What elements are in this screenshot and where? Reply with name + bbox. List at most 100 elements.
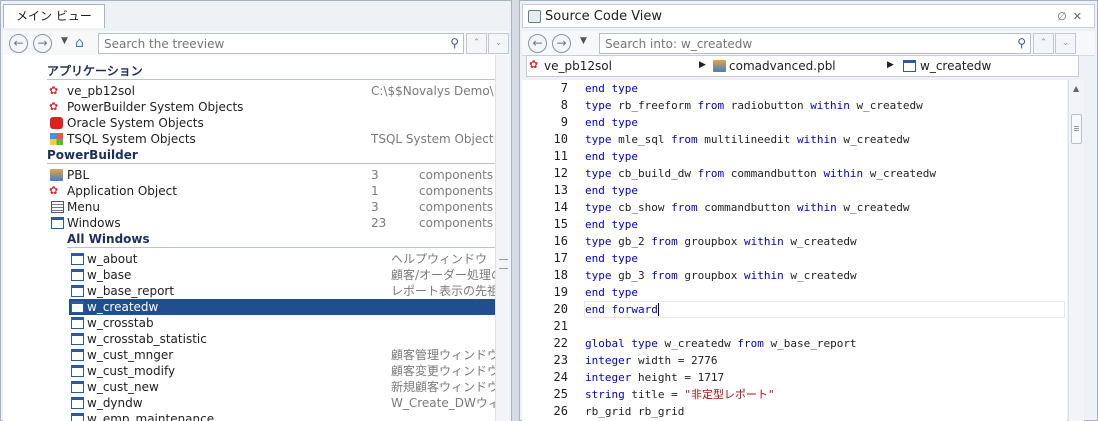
window-item-w-crosstab[interactable]: w_crosstab [3,315,495,331]
system-objects-icon: ✿ [49,100,59,113]
code-token: end type [585,252,638,265]
window-item-w-base[interactable]: w_base 顧客/オーダー処理の先祖 [3,267,495,283]
code-line: end type [585,216,638,233]
line-number: 19 [553,285,568,299]
window-item-w-base-report[interactable]: w_base_report レポート表示の先祖ウィン [3,283,495,299]
breadcrumb-arrow-icon[interactable]: ▶ [887,60,894,70]
code-line: type cb_build_dw from commandbutton with… [585,165,936,182]
line-number: 25 [553,387,568,401]
tree-item-windows[interactable]: Windows 23 components [3,215,495,231]
code-line: integer height = 1717 [585,369,724,386]
scrollbar-grip[interactable] [499,259,508,269]
window-icon [71,301,84,313]
code-token: end type [585,116,638,129]
tree-toolbar: ← → ▼ ⌂ ⚲ ⌃ ⌄ [3,31,509,56]
back-arrow-icon[interactable]: ← [9,34,28,53]
window-item-w-dyndw[interactable]: w_dyndw W_Create_DWウィンドウ [3,395,495,411]
breadcrumb-library[interactable]: comadvanced.pbl [729,59,836,73]
tree-search-box[interactable]: ⚲ [98,33,464,54]
line-number: 13 [553,183,568,197]
code-keyword: within [823,167,864,180]
line-number: 17 [553,251,568,265]
window-icon [51,217,64,229]
window-icon [71,365,84,377]
history-dropdown-icon[interactable]: ▼ [61,36,68,46]
code-keyword: from [737,337,764,350]
window-icon [903,60,916,72]
breadcrumb-arrow-icon[interactable]: ▶ [699,60,706,70]
tree-scrollbar[interactable] [495,55,511,421]
application-icon: ✿ [529,58,539,71]
forward-arrow-icon[interactable]: → [552,34,571,53]
tree-item-pbl[interactable]: PBL 3 components [3,167,495,183]
code-keyword: within [743,269,784,282]
window-item-w-createdw[interactable]: w_createdw [69,299,495,315]
search-icon[interactable]: ⚲ [450,36,459,50]
search-next-button[interactable]: ⌄ [488,33,509,54]
search-previous-button[interactable]: ⌃ [466,33,487,54]
line-number: 26 [553,404,568,418]
source-view-title-bar: Source Code View ∅✕ [522,4,1095,28]
code-token: multilineedit [697,133,797,146]
scroll-up-arrow-icon[interactable]: ▲ [1073,84,1079,93]
source-code-editor[interactable]: 7 8 9 10 11 12 13 14 15 16 17 18 19 20 21 22 23 24 25 26 en… [522,80,1067,421]
window-icon [71,397,84,409]
history-dropdown-icon[interactable]: ▼ [580,36,587,46]
code-line: integer width = 2776 [585,352,717,369]
menu-icon [51,201,64,213]
source-search-input[interactable] [600,34,1030,53]
code-token: type cb_show [585,201,672,214]
window-item-w-crosstab-statistic[interactable]: w_crosstab_statistic [3,331,495,347]
pbl-library-icon [50,169,63,181]
code-keyword: within [743,235,784,248]
window-icon [71,381,84,393]
panel-title: Source Code View [545,9,663,24]
code-token: end type [585,82,638,95]
tree-item-ve-pb12sol[interactable]: ✿ ve_pb12sol C:\$$Novalys Demo\PB12 [3,83,495,99]
window-item-w-cust-modify[interactable]: w_cust_modify 顧客変更ウィンドウ [3,363,495,379]
line-number: 18 [553,268,568,282]
window-item-w-about[interactable]: w_about ヘルプウィンドウ [3,251,495,267]
tree-item-menu[interactable]: Menu 3 components [3,199,495,215]
code-token: type rb_freeform [585,99,698,112]
line-number: 15 [553,217,568,231]
tree-search-input[interactable] [99,34,463,53]
close-icon[interactable]: ✕ [1073,10,1088,23]
home-icon[interactable]: ⌂ [75,35,91,51]
breadcrumb-window[interactable]: w_createdw [920,59,991,73]
code-keyword: within [796,133,837,146]
window-item-w-cust-new[interactable]: w_cust_new 新規顧客ウィンドウ [3,379,495,395]
code-line: end type [585,182,638,199]
breadcrumb-application[interactable]: ve_pb12sol [544,59,612,73]
code-line: end type [585,148,638,165]
window-item-w-emp-maintenance[interactable]: w_emp_maintenance [3,411,495,421]
code-token: w_createdw [836,201,910,214]
line-number: 12 [553,166,568,180]
breadcrumb: ✿ ve_pb12sol ▶ comadvanced.pbl ▶ w_creat… [526,55,1079,77]
tab-main-view[interactable]: メイン ビュー [3,4,105,28]
window-item-w-cust-mnger[interactable]: w_cust_mnger 顧客管理ウィンドウ [3,347,495,363]
section-all-windows: All Windows [67,231,495,248]
code-line: end forward [585,301,658,318]
oracle-icon [50,117,63,129]
tree-item-tsql-system-objects[interactable]: TSQL System Objects TSQL System Object [3,131,495,147]
search-icon[interactable]: ⚲ [1017,36,1026,50]
pin-icon[interactable]: ∅ [1057,10,1073,23]
code-scrollbar[interactable]: ▲ [1068,80,1084,421]
code-line: rb_grid rb_grid [585,403,684,420]
tree-item-application-object[interactable]: ✿ Application Object 1 components [3,183,495,199]
code-token: rb_grid rb_grid [585,405,685,418]
scrollbar-thumb[interactable] [1071,114,1082,144]
tree-item-oracle-system-objects[interactable]: Oracle System Objects [3,115,495,131]
code-token: end type [585,150,638,163]
code-token: type gb_2 [585,235,652,248]
source-search-box[interactable]: ⚲ [599,33,1031,54]
code-keyword: from [697,167,725,180]
line-number: 23 [553,353,568,367]
back-arrow-icon[interactable]: ← [528,34,547,53]
search-previous-button[interactable]: ⌃ [1033,33,1054,54]
search-next-button[interactable]: ⌄ [1055,33,1076,54]
code-line: type cb_show from commandbutton within w… [585,199,910,216]
tree-item-pb-system-objects[interactable]: ✿ PowerBuilder System Objects [3,99,495,115]
forward-arrow-icon[interactable]: → [33,34,52,53]
